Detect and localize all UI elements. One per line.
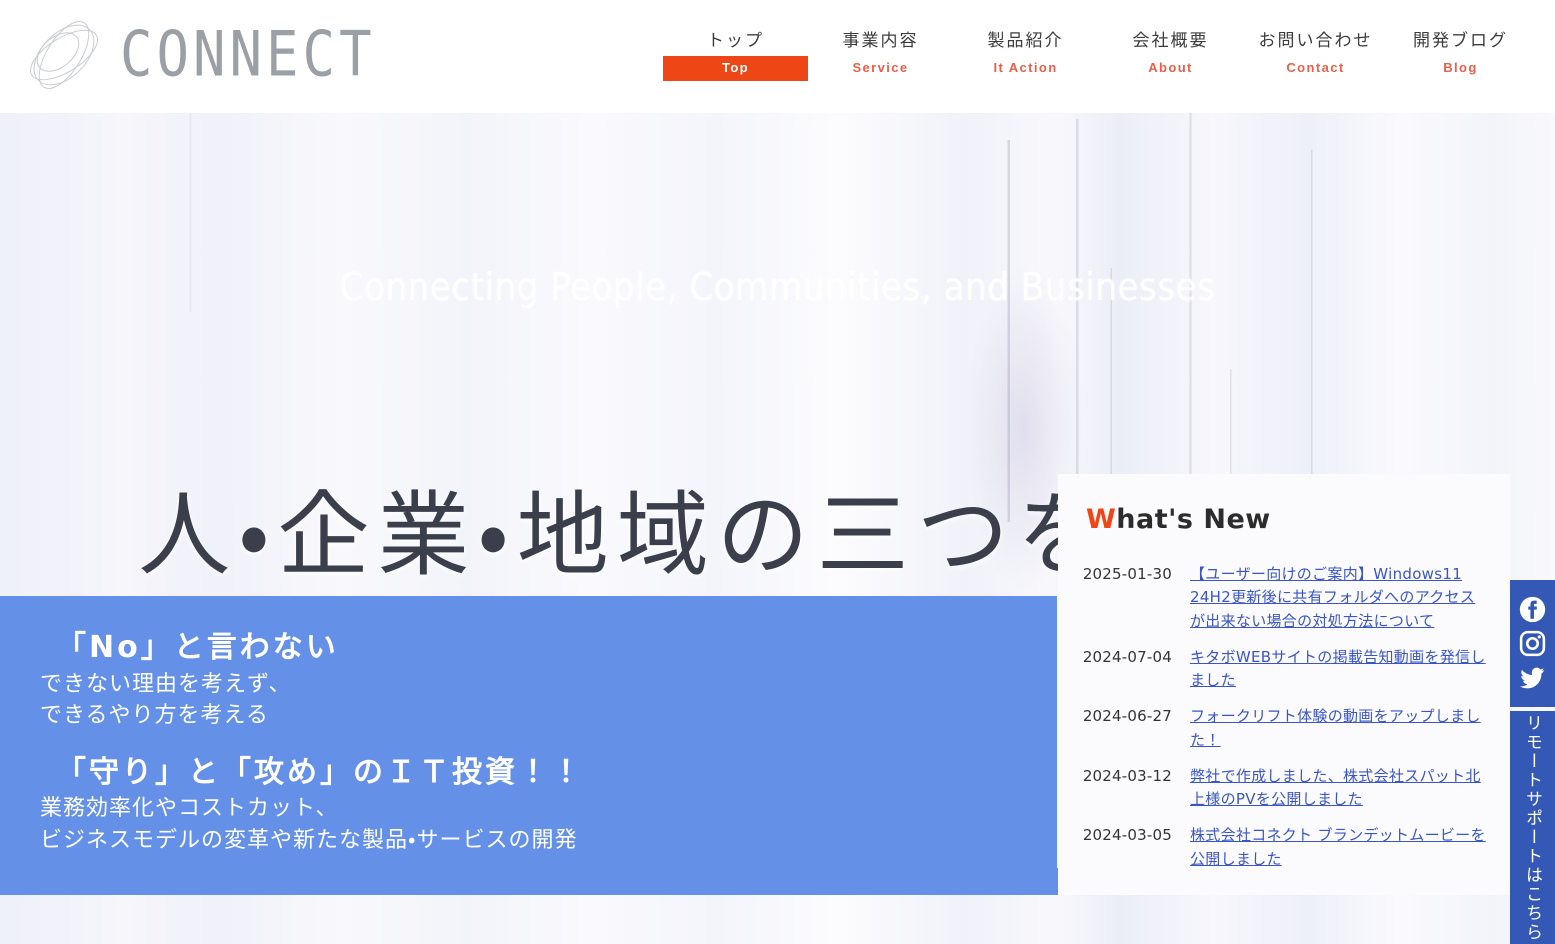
promo-line-1: 業務効率化やコストカット、 — [40, 796, 339, 822]
facebook-icon[interactable] — [1519, 596, 1546, 623]
nav-label-ja: 開発ブログ — [1413, 31, 1508, 51]
nav-item-it-action[interactable]: 製品紹介 It Action — [953, 30, 1098, 81]
news-date: 2024-03-12 — [1082, 766, 1172, 785]
promo-heading: 「守り」と「攻め」のＩＴ投資！！ — [56, 754, 584, 790]
news-date: 2024-07-04 — [1082, 647, 1172, 666]
nav-label-ja: お問い合わせ — [1258, 31, 1373, 51]
promo-heading: 「No」と言わない — [56, 630, 339, 665]
news-link[interactable]: 【ユーザー向けのご案内】Windows11 24H2更新後に共有フォルダへのアク… — [1190, 563, 1490, 633]
twitter-icon[interactable] — [1519, 664, 1546, 691]
nav-label-en: About — [1148, 59, 1193, 75]
site-header: CONNECT トップ Top 事業内容 Service 製品紹介 It Act… — [0, 0, 1555, 113]
whats-new-title: What's New — [1086, 504, 1490, 535]
promo-block-no: 「No」と言わない できない理由を考えず、 できるやり方を考える — [40, 628, 1057, 731]
nav-label-ja: 会社概要 — [1132, 31, 1209, 51]
promo-panel: 「No」と言わない できない理由を考えず、 できるやり方を考える 「守り」と「攻… — [0, 596, 1057, 895]
nav-label-ja: 製品紹介 — [987, 31, 1064, 51]
whats-new-title-rest: hat's New — [1116, 504, 1271, 535]
news-item: 2024-03-05 株式会社コネクト ブランデットムービーを公開しました — [1072, 824, 1490, 871]
nav-label-en: It Action — [993, 59, 1058, 75]
news-list: 2025-01-30 【ユーザー向けのご案内】Windows11 24H2更新後… — [1072, 563, 1490, 871]
promo-block-it-investment: 「守り」と「攻め」のＩＴ投資！！ 業務効率化やコストカット、 ビジネスモデルの変… — [40, 753, 1057, 856]
news-link[interactable]: キタボWEBサイトの掲載告知動画を発信しました — [1190, 646, 1490, 693]
news-item: 2025-01-30 【ユーザー向けのご案内】Windows11 24H2更新後… — [1072, 563, 1490, 633]
whats-new-title-initial: W — [1086, 504, 1117, 535]
nav-label-en: Service — [852, 59, 909, 75]
hero-tagline: Connecting People, Communities, and Busi… — [339, 265, 1216, 309]
orbital-ellipses-logo-icon — [30, 21, 98, 89]
nav-label-en: Top — [663, 55, 808, 81]
nav-item-about[interactable]: 会社概要 About — [1098, 30, 1243, 81]
nav-label-en: Contact — [1286, 59, 1345, 75]
social-links-bar — [1510, 580, 1555, 707]
nav-item-top[interactable]: トップ Top — [663, 30, 808, 81]
nav-item-service[interactable]: 事業内容 Service — [808, 30, 953, 81]
nav-item-contact[interactable]: お問い合わせ Contact — [1243, 30, 1388, 81]
remote-support-label: リモートサポートはこちら — [1522, 713, 1542, 942]
nav-label-ja: 事業内容 — [842, 31, 919, 51]
brand-wordmark: CONNECT — [120, 18, 376, 91]
instagram-icon[interactable] — [1519, 630, 1546, 657]
promo-line-2: できるやり方を考える — [40, 702, 269, 728]
promo-line-2: ビジネスモデルの変革や新たな製品・サービスの開発 — [40, 827, 578, 853]
news-link[interactable]: 株式会社コネクト ブランデットムービーを公開しました — [1190, 824, 1490, 871]
remote-support-button[interactable]: リモートサポートはこちら — [1510, 711, 1555, 944]
page-root: CONNECT トップ Top 事業内容 Service 製品紹介 It Act… — [0, 0, 1555, 944]
news-item: 2024-07-04 キタボWEBサイトの掲載告知動画を発信しました — [1072, 646, 1490, 693]
news-item: 2024-06-27 フォークリフト体験の動画をアップしました！ — [1072, 705, 1490, 752]
news-item: 2024-03-12 弊社で作成しました、株式会社スパット北上様のPVを公開しま… — [1072, 765, 1490, 812]
nav-item-blog[interactable]: 開発ブログ Blog — [1388, 30, 1533, 81]
promo-line-1: できない理由を考えず、 — [40, 671, 292, 697]
news-date: 2025-01-30 — [1082, 565, 1172, 583]
news-link[interactable]: フォークリフト体験の動画をアップしました！ — [1190, 705, 1490, 752]
whats-new-panel: What's New 2025-01-30 【ユーザー向けのご案内】Window… — [1058, 474, 1510, 895]
nav-label-en: Blog — [1443, 59, 1478, 75]
nav-label-ja: トップ — [707, 31, 764, 51]
brand-logo[interactable]: CONNECT — [18, 12, 376, 98]
news-date: 2024-03-05 — [1082, 826, 1172, 845]
news-link[interactable]: 弊社で作成しました、株式会社スパット北上様のPVを公開しました — [1190, 765, 1490, 812]
main-navigation: トップ Top 事業内容 Service 製品紹介 It Action 会社概要… — [663, 30, 1533, 81]
news-date: 2024-06-27 — [1082, 707, 1172, 726]
